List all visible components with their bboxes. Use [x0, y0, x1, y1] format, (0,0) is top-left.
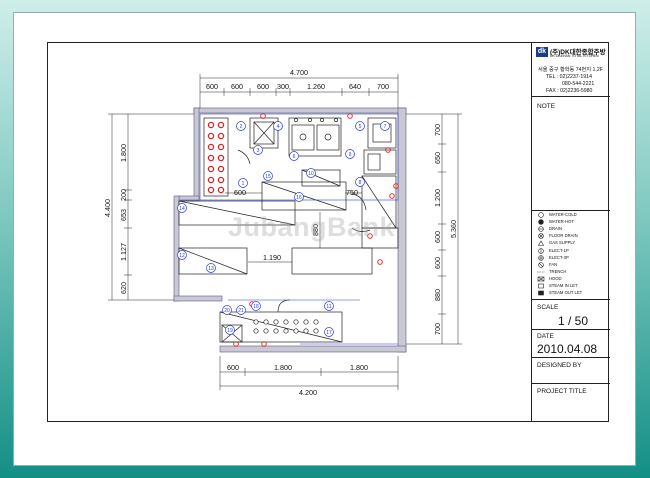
equipment-label: 19	[227, 328, 233, 334]
scale-label: SCALE	[537, 304, 559, 311]
dimension-label: 700	[433, 323, 442, 335]
company-block: dk (주)DK대한종합주방 DK DAEHAN TOTAL KITCHEN 서…	[532, 42, 610, 97]
legend-label: GAS SUPPLY	[549, 240, 576, 245]
dimension-label: 620	[119, 282, 128, 294]
equipment-label: 3	[257, 148, 260, 154]
equipment-label: 1	[242, 181, 245, 187]
legend-label: ELECT-1P	[549, 248, 569, 253]
dimension-label: 4.200	[299, 388, 317, 397]
company-subname: DK DAEHAN TOTAL KITCHEN	[550, 54, 599, 58]
legend-label: FAN	[549, 262, 558, 267]
dimension-label: 600	[206, 82, 218, 91]
equipment-label: 7	[384, 124, 387, 130]
project-title-block: PROJECT TITLE	[532, 384, 610, 422]
equipment-label: 18	[253, 304, 259, 310]
fan-icon	[538, 262, 544, 268]
equipment-label: 12	[179, 253, 185, 259]
date-block: DATE 2010.04.08	[532, 330, 610, 358]
steam-out-icon	[538, 290, 544, 296]
equipment-label: 16	[296, 195, 302, 201]
equipment-label: 14	[179, 206, 185, 212]
equipment-label: 21	[238, 308, 244, 314]
dimension-label: 600	[234, 188, 246, 197]
hood-icon	[537, 276, 545, 282]
dimension-label: 640	[349, 82, 361, 91]
dimension-label: 4.700	[290, 68, 308, 77]
dimension-label: 5.360	[449, 220, 458, 238]
dimension-label: 1.800	[274, 363, 292, 372]
dimension-label: 653	[119, 209, 128, 221]
designed-by-label: DESIGNED BY	[537, 362, 582, 369]
dimension-label: 1.260	[307, 82, 325, 91]
dimension-label: 750	[346, 188, 358, 197]
legend-label: WATER-COLD	[549, 212, 577, 217]
dimension-label: 600	[433, 231, 442, 243]
legend-label: ELECT-3P	[549, 255, 569, 260]
dimension-label: 700	[433, 124, 442, 136]
company-fax: FAX : 02)2236-5980	[546, 88, 593, 94]
date-value: 2010.04.08	[537, 342, 598, 356]
dimension-label: 880	[433, 289, 442, 301]
equipment-label: 4	[277, 124, 280, 130]
legend-label: TRENCH	[549, 269, 567, 274]
equipment-label: 17	[326, 330, 332, 336]
equipment-label: 20	[224, 308, 230, 314]
legend-label: DRAIN	[549, 226, 563, 231]
legend-label: STEAM IN LET	[549, 283, 578, 288]
dimension-label: 600	[231, 82, 243, 91]
designed-by-block: DESIGNED BY	[532, 358, 610, 384]
equipment-label: 5	[359, 124, 362, 130]
equipment-label: 9	[349, 152, 352, 158]
dimension-label: 200	[119, 189, 128, 201]
legend-label: FLOOR DRAIN	[549, 233, 578, 238]
watermark: JubangBank	[228, 212, 396, 242]
note-label: NOTE	[537, 103, 556, 110]
equipment-label: 8	[359, 180, 362, 186]
equipment-label: 15	[265, 174, 271, 180]
legend-block: WATER-COLD WATER-HOT DRAIN FLOOR DRAIN G…	[532, 211, 610, 300]
dimension-label: 650	[433, 152, 442, 164]
dimension-label: 1.800	[119, 144, 128, 162]
dimension-label: 1.190	[263, 253, 281, 262]
scale-block: SCALE 1 / 50	[532, 300, 610, 330]
dimension-label: 600	[257, 82, 269, 91]
note-block: NOTE	[532, 97, 610, 211]
company-tel2: 080-544-2221	[562, 81, 595, 87]
company-tel: TEL : 02)2237-1914	[546, 74, 592, 80]
equipment-label: 13	[208, 266, 214, 272]
title-block: dk (주)DK대한종합주방 DK DAEHAN TOTAL KITCHEN 서…	[531, 42, 610, 422]
legend-label: STEAM OUT LET	[549, 290, 583, 295]
company-logo: dk	[536, 47, 548, 57]
legend-label: HOOD	[549, 276, 562, 281]
date-label: DATE	[537, 333, 554, 340]
drain-icon	[538, 226, 544, 232]
steam-in-icon	[538, 283, 544, 289]
floor-drain-icon	[538, 233, 544, 239]
dimension-label: 1.127	[119, 243, 128, 261]
dimension-label: 700	[377, 82, 389, 91]
cooking-range	[203, 117, 229, 197]
dimension-label: 1.800	[350, 363, 368, 372]
triangle-icon	[537, 240, 545, 246]
circle-outline-icon	[538, 212, 544, 218]
dimension-label: 600	[227, 363, 239, 372]
legend-label: WATER-HOT	[549, 219, 574, 224]
equipment-label: 6	[293, 154, 296, 160]
dimension-label: 300	[277, 82, 289, 91]
scale-value: 1 / 50	[558, 314, 589, 328]
circle-filled-icon	[538, 219, 544, 225]
equipment-label: 2	[240, 124, 243, 130]
project-title-label: PROJECT TITLE	[537, 388, 587, 395]
elect-3p-icon	[538, 255, 544, 261]
dimension-label: 600	[433, 257, 442, 269]
equipment-label: 11	[326, 304, 331, 310]
dimension-label: 4.400	[103, 199, 112, 217]
elect-1p-icon	[538, 248, 544, 254]
dimension-label: 1.200	[433, 189, 442, 207]
company-address: 서울 중구 황학동 74번지 1,2F	[538, 67, 603, 73]
equipment-label: 10	[308, 171, 314, 177]
